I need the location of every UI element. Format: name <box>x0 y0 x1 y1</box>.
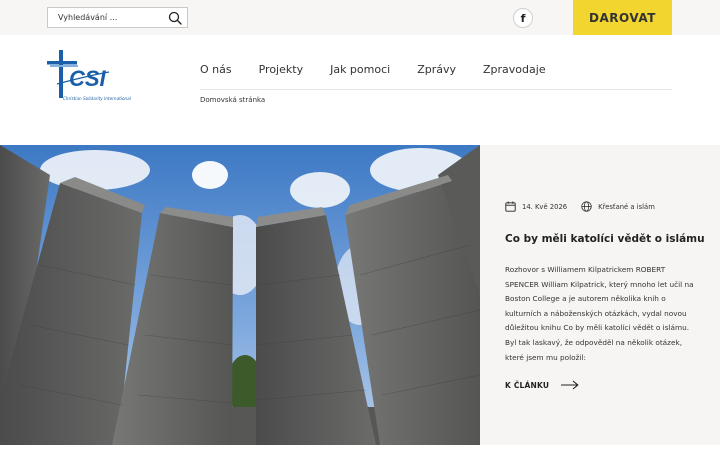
article-date: 14. Kvě 2026 <box>522 202 568 211</box>
read-more-label: K ČLÁNKU <box>505 380 550 390</box>
article-category[interactable]: Křesťané a islám <box>598 203 655 211</box>
excerpt-line: Rozhovor s Williamem Kilpatrickem ROBERT <box>505 265 666 274</box>
nav-item-projekty[interactable]: Projekty <box>259 63 303 76</box>
article-meta: 14. Kvě 2026 Křesťané a islám <box>505 201 655 212</box>
article-excerpt: Rozhovor s Williamem Kilpatrickem ROBERT… <box>505 263 702 365</box>
excerpt-line: které jsem mu položil: <box>505 352 586 362</box>
nav-item-zpravodaje[interactable]: Zpravodaje <box>483 63 546 76</box>
excerpt-line: Boston College a je autorem několika kni… <box>505 294 666 304</box>
hero-image <box>0 145 480 445</box>
logo-letters: CSI <box>69 66 107 91</box>
facebook-button[interactable]: f <box>513 8 533 28</box>
nav-divider <box>200 89 672 90</box>
arrow-right-icon <box>561 380 579 390</box>
excerpt-line: Byl tak laskavý, že odpověděl na několik… <box>505 337 683 347</box>
calendar-icon <box>505 201 516 212</box>
search-icon[interactable] <box>168 11 182 25</box>
top-bar: f DAROVAT <box>0 0 720 35</box>
logo-mark-icon: CSI <box>47 50 110 98</box>
donate-button[interactable]: DAROVAT <box>573 0 672 35</box>
csi-logo[interactable]: CSI Christian Solidarity International <box>47 50 139 105</box>
facebook-icon: f <box>520 11 526 25</box>
nav-item-zpravy[interactable]: Zprávy <box>417 63 456 76</box>
nav-item-o-nas[interactable]: O nás <box>200 63 232 76</box>
search-box <box>47 7 188 28</box>
article-title[interactable]: Co by měli katolíci vědět o islámu <box>505 233 705 245</box>
excerpt-line: kulturních a náboženských otázkách, vyda… <box>505 308 687 318</box>
main-nav: O nás Projekty Jak pomoci Zprávy Zpravod… <box>200 63 546 76</box>
search-input[interactable] <box>58 8 166 27</box>
excerpt-line: SPENCER William Kilpatrick, který mnoho … <box>505 279 694 289</box>
article-panel: 14. Kvě 2026 Křesťané a islám Co by měli… <box>480 145 720 445</box>
globe-icon <box>581 201 592 212</box>
read-more-link[interactable]: K ČLÁNKU <box>505 380 579 390</box>
nav-item-jak-pomoci[interactable]: Jak pomoci <box>330 63 390 76</box>
logo-subtitle: Christian Solidarity International <box>63 96 131 101</box>
breadcrumb-home[interactable]: Domovská stránka <box>200 96 265 104</box>
excerpt-line: důležitou knihu Co by měli katolíci vědě… <box>505 323 690 333</box>
